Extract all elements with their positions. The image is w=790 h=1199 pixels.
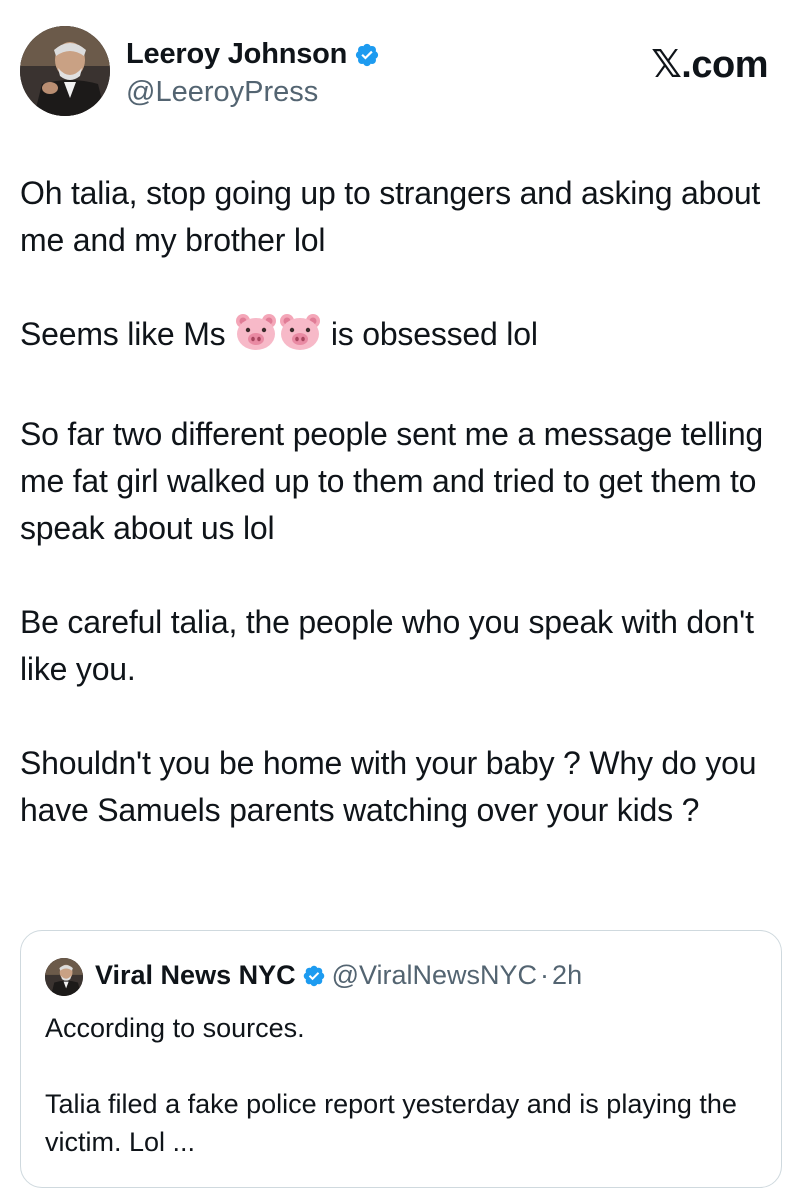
quoted-paragraph: Talia filed a fake police report yesterd… <box>45 1089 737 1157</box>
quoted-tweet-card[interactable]: Viral News NYC @ViralNewsNYC · 2h Accord… <box>20 930 782 1188</box>
verified-badge-icon <box>302 964 326 988</box>
tweet-paragraph: Shouldn't you be home with your baby ? W… <box>20 745 757 828</box>
quoted-author-name: Viral News NYC <box>95 960 296 990</box>
tweet-paragraph: Be careful talia, the people who you spe… <box>20 604 754 687</box>
quoted-timestamp: 2h <box>552 960 583 990</box>
tweet-paragraph: Seems like Ms is obsessed lol <box>20 311 780 364</box>
pig-face-icon <box>235 313 277 364</box>
quoted-separator: · <box>540 960 550 990</box>
quoted-author-avatar <box>45 958 83 996</box>
quoted-header: Viral News NYC @ViralNewsNYC · 2h <box>95 960 582 991</box>
author-name[interactable]: Leeroy Johnson <box>126 38 347 71</box>
tweet-text: Oh talia, stop going up to strangers and… <box>20 170 780 834</box>
pig-face-icon <box>279 313 321 364</box>
x-logo: 𝕏.com <box>651 44 768 86</box>
quoted-paragraph: According to sources. <box>45 1013 305 1043</box>
quoted-author-handle: @ViralNewsNYC <box>331 960 538 990</box>
tweet-text-segment: Seems like Ms <box>20 316 235 352</box>
tweet-text-segment: is obsessed lol <box>322 316 538 352</box>
verified-badge-icon <box>354 42 380 68</box>
tweet-paragraph: So far two different people sent me a me… <box>20 416 764 546</box>
author-handle[interactable]: @LeeroyPress <box>126 76 318 109</box>
tweet-paragraph: Oh talia, stop going up to strangers and… <box>20 175 761 258</box>
author-name-row[interactable]: Leeroy Johnson <box>126 38 380 71</box>
author-avatar[interactable] <box>20 26 110 116</box>
quoted-text: According to sources. Talia filed a fake… <box>45 1009 757 1161</box>
